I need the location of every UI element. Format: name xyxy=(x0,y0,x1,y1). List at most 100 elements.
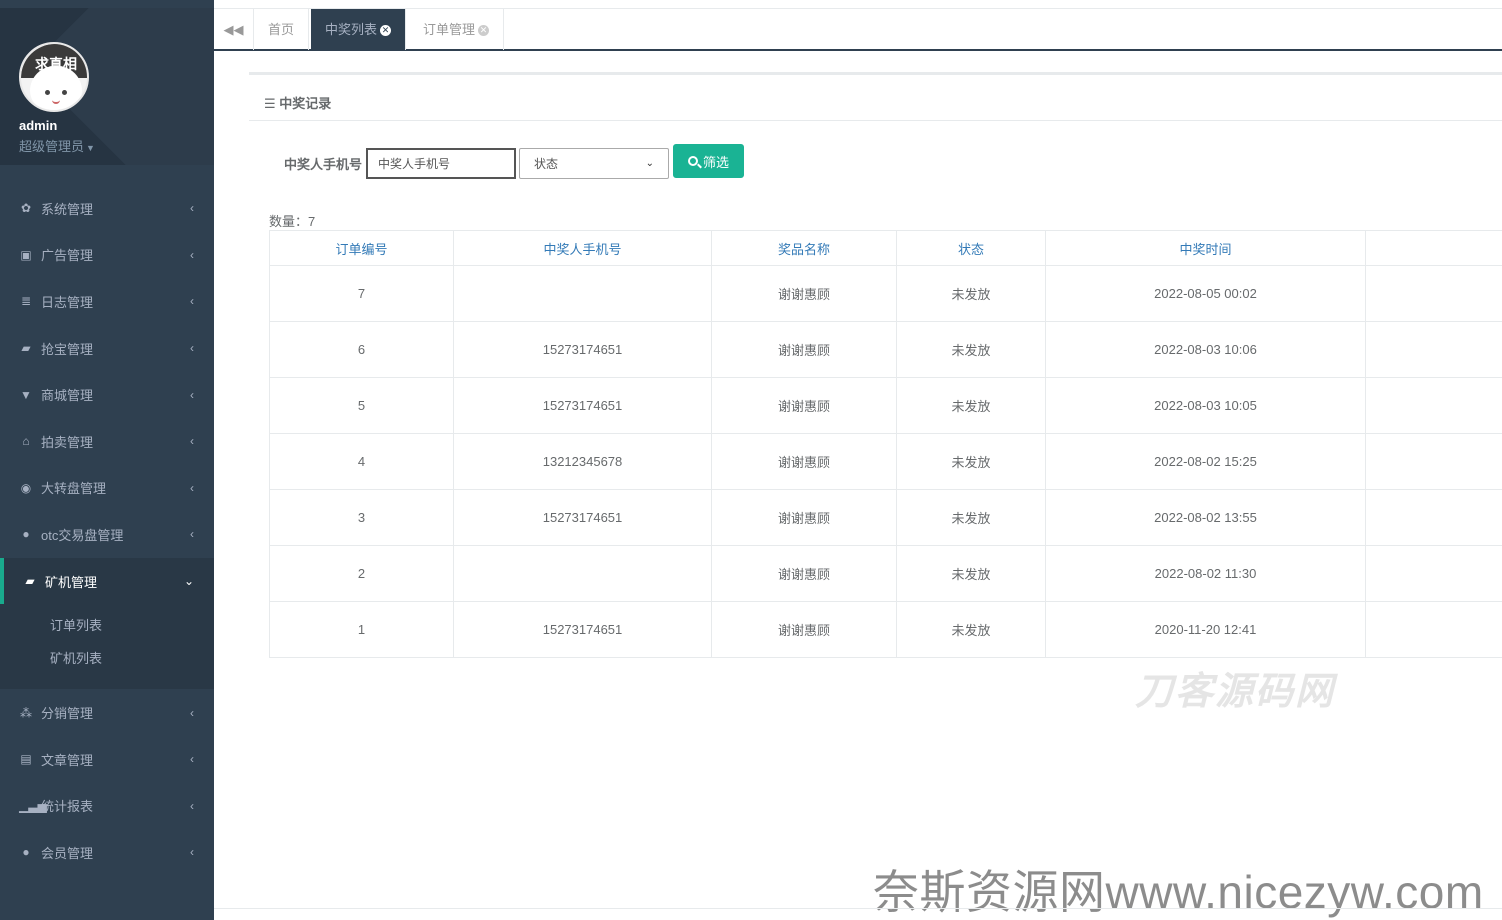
chevron-left-icon: ‹ xyxy=(190,798,194,813)
sidebar-item[interactable]: ▁▃▅ 统计报表 ‹ xyxy=(0,783,214,830)
table-cell: 2022-08-05 00:02 xyxy=(1045,265,1366,322)
tab-winners-list[interactable]: 中奖列表 ✕ xyxy=(311,9,407,50)
close-tab-icon[interactable]: ✕ xyxy=(478,25,490,37)
sidebar-item-label: 商城管理 xyxy=(41,388,94,404)
table-cell xyxy=(1365,321,1502,378)
double-chevron-left-icon: ◀◀ xyxy=(223,21,244,37)
winners-table: 订单编号 中奖人手机号 奖品名称 状态 中奖时间 7 谢谢惠顾 未发放 2022-08-05 … xyxy=(269,230,1502,658)
table-row[interactable]: 2 谢谢惠顾 未发放 2022-08-02 11:30 xyxy=(269,545,1502,602)
table-row[interactable]: 3 15273174651 谢谢惠顾 未发放 2022-08-02 13:55 xyxy=(269,489,1502,546)
chevron-left-icon: ‹ xyxy=(190,752,194,767)
user-profile: 求真相 admin 超级管理员 ▼ xyxy=(0,8,214,165)
scroll-tabs-left-button[interactable]: ◀◀ xyxy=(214,9,254,50)
table-cell xyxy=(453,265,712,322)
submenu: 订单列表 矿机列表 xyxy=(0,604,214,690)
table-cell: 谢谢惠顾 xyxy=(711,265,897,322)
submenu-item[interactable]: 订单列表 xyxy=(0,609,214,642)
avatar[interactable]: 求真相 xyxy=(19,42,89,112)
table-cell xyxy=(1365,601,1502,658)
table-cell: 15273174651 xyxy=(453,601,712,658)
cart-icon: ▼ xyxy=(20,387,32,402)
sidebar-item-label: 广告管理 xyxy=(41,248,94,264)
sidebar-item-label: 抢宝管理 xyxy=(41,341,94,357)
sidebar-item-label: 矿机管理 xyxy=(45,574,98,590)
caret-down-icon: ▼ xyxy=(86,143,95,153)
column-header[interactable]: 订单编号 xyxy=(269,230,454,266)
close-tab-icon[interactable]: ✕ xyxy=(380,25,392,37)
table-row[interactable]: 5 15273174651 谢谢惠顾 未发放 2022-08-03 10:05 xyxy=(269,377,1502,434)
column-header[interactable] xyxy=(1365,230,1502,266)
sidebar-item-label: 会员管理 xyxy=(41,845,94,861)
table-row[interactable]: 4 13212345678 谢谢惠顾 未发放 2022-08-02 15:25 xyxy=(269,433,1502,490)
table-cell: 1 xyxy=(269,601,454,658)
column-header[interactable]: 奖品名称 xyxy=(711,230,897,266)
table-cell: 未发放 xyxy=(896,321,1046,378)
sidebar-item[interactable]: ▣ 广告管理 ‹ xyxy=(0,232,214,279)
image-icon: ▣ xyxy=(20,247,32,262)
sidebar-item[interactable]: ▰ 抢宝管理 ‹ xyxy=(0,325,214,372)
record-count: 数量：7 xyxy=(269,214,316,229)
table-cell: 2 xyxy=(269,545,454,602)
sidebar-item[interactable]: ▰ 矿机管理 ⌄ xyxy=(0,557,214,605)
column-header[interactable]: 中奖人手机号 xyxy=(453,230,712,266)
chevron-down-icon: ⌄ xyxy=(183,574,194,589)
table-cell: 未发放 xyxy=(896,489,1046,546)
chevron-left-icon: ‹ xyxy=(190,480,194,495)
status-select[interactable]: 状态 ⌄ xyxy=(519,148,669,179)
sidebar-item[interactable]: ✿ 系统管理 ‹ xyxy=(0,185,214,232)
table-cell xyxy=(1365,489,1502,546)
sidebar-nav: ✿ 系统管理 ‹ ▣ 广告管理 ‹ ≣ 日志管理 ‹ ▰ 抢宝管理 ‹ ▼ 商城管理 ‹ ⌂ 拍卖管理 ‹ ◉ 大转盘… xyxy=(0,185,214,876)
table-cell: 2020-11-20 12:41 xyxy=(1045,601,1366,658)
book-icon: ▰ xyxy=(21,341,31,356)
table-cell: 谢谢惠顾 xyxy=(711,489,897,546)
table-cell xyxy=(1365,433,1502,490)
tab-home[interactable]: 首页 xyxy=(254,9,310,50)
user-role-dropdown[interactable]: 超级管理员 ▼ xyxy=(19,136,95,155)
tab-bar: ◀◀ 首页 中奖列表 ✕ 订单管理 ✕ xyxy=(214,8,1502,51)
sidebar-item[interactable]: ▤ 文章管理 ‹ xyxy=(0,736,214,783)
table-cell: 15273174651 xyxy=(453,377,712,434)
sidebar-item[interactable]: ≣ 日志管理 ‹ xyxy=(0,278,214,325)
phone-search-input[interactable] xyxy=(366,148,516,179)
tab-order-management[interactable]: 订单管理 ✕ xyxy=(409,9,505,50)
archive-icon: ▤ xyxy=(20,752,32,767)
table-cell: 未发放 xyxy=(896,601,1046,658)
column-header[interactable]: 状态 xyxy=(896,230,1046,266)
chevron-left-icon: ‹ xyxy=(190,341,194,356)
sidebar-item[interactable]: ◉ 大转盘管理 ‹ xyxy=(0,465,214,512)
table-cell: 7 xyxy=(269,265,454,322)
search-icon xyxy=(687,156,698,166)
table-cell: 15273174651 xyxy=(453,489,712,546)
cubes-icon: ⁂ xyxy=(20,705,32,720)
table-cell: 未发放 xyxy=(896,545,1046,602)
table-row[interactable]: 6 15273174651 谢谢惠顾 未发放 2022-08-03 10:06 xyxy=(269,321,1502,378)
table-cell xyxy=(453,545,712,602)
filter-button[interactable]: 筛选 xyxy=(673,144,744,178)
table-cell: 2022-08-02 11:30 xyxy=(1045,545,1366,602)
sidebar-item[interactable]: ● otc交易盘管理 ‹ xyxy=(0,511,214,558)
sidebar-item[interactable]: ⁂ 分销管理 ‹ xyxy=(0,689,214,736)
table-cell xyxy=(1365,265,1502,322)
table-cell xyxy=(1365,377,1502,434)
panel-top-border xyxy=(249,72,1502,75)
sidebar-item[interactable]: ⌂ 拍卖管理 ‹ xyxy=(0,418,214,465)
sidebar-item-label: 大转盘管理 xyxy=(41,481,107,497)
table-row[interactable]: 1 15273174651 谢谢惠顾 未发放 2020-11-20 12:41 xyxy=(269,601,1502,658)
column-header[interactable]: 中奖时间 xyxy=(1045,230,1366,266)
table-cell: 15273174651 xyxy=(453,321,712,378)
table-row[interactable]: 7 谢谢惠顾 未发放 2022-08-05 00:02 xyxy=(269,265,1502,322)
table-cell: 谢谢惠顾 xyxy=(711,321,897,378)
sidebar: 求真相 admin 超级管理员 ▼ ✿ 系统管理 ‹ ▣ 广告管理 ‹ ≣ 日志管理 ‹ ▰ 抢宝管理… xyxy=(0,0,214,920)
sidebar-item[interactable]: ● 会员管理 ‹ xyxy=(0,829,214,876)
submenu-item[interactable]: 矿机列表 xyxy=(0,642,214,675)
bank-icon: ⌂ xyxy=(22,434,30,449)
user-icon: ● xyxy=(22,527,30,542)
gear-icon: ✿ xyxy=(20,201,32,216)
list-icon: ☰ xyxy=(264,96,280,111)
chevron-left-icon: ‹ xyxy=(190,705,194,720)
sidebar-item[interactable]: ▼ 商城管理 ‹ xyxy=(0,371,214,418)
sidebar-item-label: 系统管理 xyxy=(41,201,94,217)
signal-icon: ▁▃▅ xyxy=(19,798,47,813)
chevron-left-icon: ‹ xyxy=(190,845,194,860)
table-cell: 5 xyxy=(269,377,454,434)
